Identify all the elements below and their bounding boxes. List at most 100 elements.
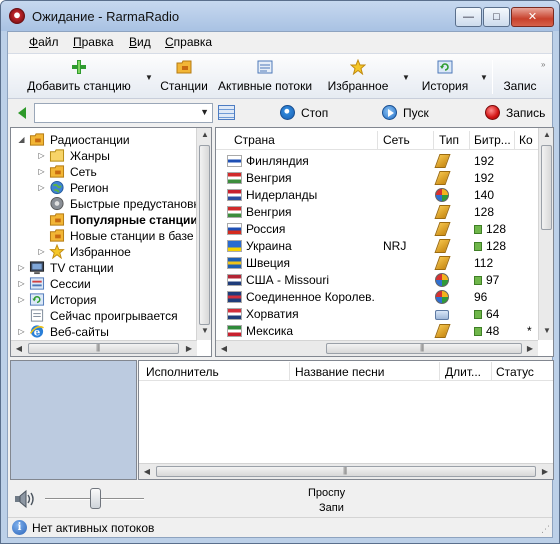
back-arrow-icon[interactable] (18, 107, 26, 119)
tree-horizontal-thumb[interactable] (28, 343, 179, 354)
add-station-dropdown-icon[interactable]: ▼ (145, 73, 153, 82)
stations-horizontal-scrollbar[interactable]: ◀ ||| ▶ (216, 340, 538, 356)
station-row[interactable]: Венгрия 128 (216, 204, 538, 221)
column-extra[interactable]: Ко (519, 133, 538, 147)
add-station-button[interactable]: Добавить станцию (24, 57, 134, 97)
column-country[interactable]: Страна (234, 133, 374, 147)
tree-horizontal-scrollbar[interactable]: ◀ ||| ▶ (11, 340, 197, 356)
scroll-right-icon[interactable]: ▶ (181, 344, 197, 353)
stations-vertical-thumb[interactable] (541, 145, 552, 230)
column-bitrate[interactable]: Битр... (474, 133, 514, 147)
expand-triangle-icon[interactable]: ▷ (37, 180, 46, 196)
history-dropdown-icon[interactable]: ▼ (480, 73, 488, 82)
equalizer-icon[interactable] (218, 105, 235, 120)
station-country: Венгрия (246, 205, 292, 219)
record-stream-button[interactable]: Запись (485, 104, 545, 124)
expand-triangle-icon[interactable]: ▷ (37, 148, 46, 164)
expand-triangle-icon[interactable]: ▷ (17, 292, 26, 308)
station-row[interactable]: США - Missouri 97 (216, 272, 538, 289)
scroll-left-icon[interactable]: ◀ (216, 344, 232, 353)
tree-item[interactable]: ▷ TV станции (11, 260, 196, 276)
stop-button[interactable]: Стоп (280, 104, 328, 124)
scroll-up-icon[interactable]: ▲ (197, 130, 211, 139)
cover-art-panel (10, 360, 137, 480)
play-button[interactable]: Пуск (382, 104, 429, 124)
scroll-right-icon[interactable]: ▶ (522, 344, 538, 353)
tree-item[interactable]: ▷ История (11, 292, 196, 308)
expand-triangle-icon[interactable]: ▷ (37, 244, 46, 260)
title-bar[interactable]: Ожидание - RarmaRadio — □ ✕ (1, 1, 559, 31)
column-artist[interactable]: Исполнитель (146, 365, 286, 379)
tree-item-label: Регион (70, 181, 109, 195)
station-row[interactable]: Финляндия 192 (216, 153, 538, 170)
menu-edit[interactable]: Правка (73, 35, 114, 49)
scroll-down-icon[interactable]: ▼ (539, 326, 553, 335)
tree-item[interactable]: Сейчас проигрывается (11, 308, 196, 324)
collapse-triangle-icon[interactable]: ◢ (17, 132, 26, 148)
station-row[interactable]: Мексика 48 * (216, 323, 538, 340)
tree-item[interactable]: ▷ Жанры (11, 148, 196, 164)
station-row[interactable]: Хорватия 64 (216, 306, 538, 323)
scroll-right-icon[interactable]: ▶ (537, 467, 553, 476)
active-streams-button[interactable]: Активные потоки (216, 57, 314, 97)
tree-item[interactable]: ▷ Сессии (11, 276, 196, 292)
stations-button[interactable]: Станции (158, 57, 210, 97)
favorites-button[interactable]: Избранное (320, 57, 396, 97)
expand-triangle-icon[interactable]: ▷ (37, 164, 46, 180)
scroll-down-icon[interactable]: ▼ (197, 326, 211, 335)
maximize-button[interactable]: □ (483, 7, 510, 27)
stations-horizontal-thumb[interactable] (326, 343, 522, 354)
volume-status-line1: Проспу (308, 487, 346, 499)
tree-item[interactable]: Популярные станции (11, 212, 198, 228)
scroll-left-icon[interactable]: ◀ (11, 344, 27, 353)
station-row[interactable]: Венгрия 192 (216, 170, 538, 187)
volume-slider-thumb[interactable] (90, 488, 101, 509)
stop-label: Стоп (301, 106, 329, 120)
tree-item[interactable]: ▷ Избранное (11, 244, 196, 260)
column-network[interactable]: Сеть (383, 133, 433, 147)
speaker-icon[interactable] (14, 489, 36, 509)
menu-view[interactable]: Вид (129, 35, 151, 49)
expand-triangle-icon[interactable]: ▷ (17, 324, 26, 340)
history-icon (29, 293, 45, 306)
menu-help[interactable]: Справка (165, 35, 212, 49)
bitrate-quality-icon (474, 242, 482, 251)
scroll-up-icon[interactable]: ▲ (539, 130, 553, 139)
stations-vertical-scrollbar[interactable]: ▲ ▼ (538, 128, 553, 340)
tree-vertical-scrollbar[interactable]: ▲ ▼ (196, 128, 211, 340)
history-button[interactable]: История (416, 57, 474, 97)
station-combo[interactable]: ▼ (34, 103, 213, 123)
record-button[interactable]: Запис (500, 57, 540, 97)
tree-item[interactable]: Быстрые предустановк (11, 196, 199, 212)
station-bitrate: 128 (486, 239, 507, 253)
tree-vertical-thumb[interactable] (199, 145, 210, 325)
close-button[interactable]: ✕ (511, 7, 554, 27)
tracks-horizontal-scrollbar[interactable]: ◀ ||| ▶ (139, 463, 553, 479)
station-row[interactable]: Украина NRJ 128 (216, 238, 538, 255)
column-duration[interactable]: Длит... (445, 365, 489, 379)
column-song-title[interactable]: Название песни (295, 365, 435, 379)
scroll-left-icon[interactable]: ◀ (139, 467, 155, 476)
tree-item[interactable]: Новые станции в базе (11, 228, 196, 244)
folder-icon (49, 149, 65, 162)
resize-grip-icon[interactable]: ⋰ (541, 524, 550, 535)
expand-triangle-icon[interactable]: ▷ (17, 260, 26, 276)
tree-item[interactable]: ▷ Сеть (11, 164, 196, 180)
column-status[interactable]: Статус (496, 365, 552, 379)
station-row[interactable]: Нидерланды 140 (216, 187, 538, 204)
toolbar-overflow-icon[interactable]: » (541, 61, 546, 69)
minimize-button[interactable]: — (455, 7, 482, 27)
chevron-down-icon[interactable]: ▼ (200, 107, 209, 117)
menu-file[interactable]: Файл (29, 35, 59, 49)
column-type[interactable]: Тип (439, 133, 469, 147)
tv-stream-icon (435, 310, 449, 320)
favorites-dropdown-icon[interactable]: ▼ (402, 73, 410, 82)
tree-item[interactable]: ◢ Радиостанции (11, 132, 196, 148)
station-row[interactable]: Россия 128 (216, 221, 538, 238)
station-row[interactable]: Швеция 112 (216, 255, 538, 272)
tree-item[interactable]: ▷ e Веб-сайты (11, 324, 196, 340)
tree-item[interactable]: ▷ Регион (11, 180, 196, 196)
expand-triangle-icon[interactable]: ▷ (17, 276, 26, 292)
station-row[interactable]: Соединенное Королев... 96 (216, 289, 538, 306)
tree-item-label: История (50, 293, 97, 307)
